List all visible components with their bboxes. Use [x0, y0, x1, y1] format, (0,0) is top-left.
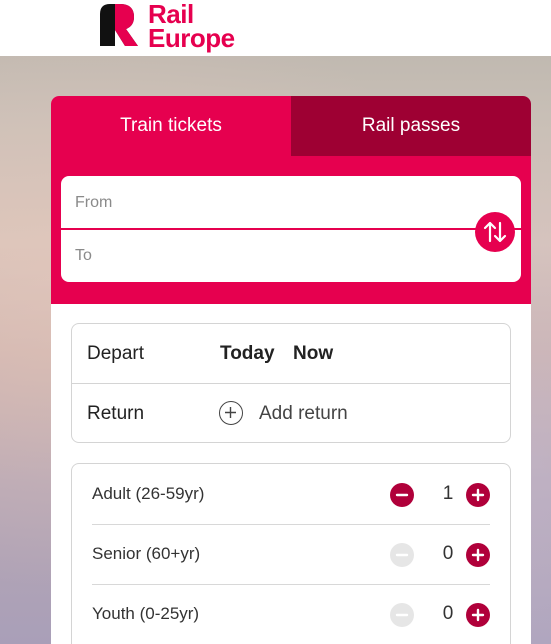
increment-adult-button[interactable]	[466, 483, 490, 507]
depart-date-value[interactable]: Today	[220, 324, 275, 383]
to-station-input[interactable]: To	[61, 229, 521, 282]
logo-text-europe: Europe	[148, 23, 235, 53]
travel-dates: Depart Today Now Return Add return	[71, 323, 511, 443]
passenger-selector: Adult (26-59yr) 1 Senior (60+yr) 0 Youth…	[71, 463, 511, 644]
depart-label: Depart	[87, 343, 145, 364]
tab-train-tickets[interactable]: Train tickets	[51, 96, 291, 156]
add-return-plus-icon[interactable]	[219, 401, 243, 425]
top-bar: Rail Europe	[0, 0, 551, 56]
plus-icon	[471, 488, 485, 502]
booking-widget: Train tickets Rail passes From To Depart…	[51, 96, 531, 644]
passenger-count: 0	[442, 543, 454, 564]
station-fields: From To	[61, 176, 521, 282]
logo-mark-icon	[100, 4, 138, 46]
increment-senior-button[interactable]	[466, 543, 490, 567]
tab-rail-passes[interactable]: Rail passes	[291, 96, 531, 156]
increment-youth-button[interactable]	[466, 603, 490, 627]
passenger-label: Senior (60+yr)	[92, 544, 201, 563]
return-label: Return	[87, 403, 145, 424]
from-station-input[interactable]: From	[61, 176, 521, 229]
rail-europe-logo[interactable]: Rail Europe	[98, 1, 268, 53]
passenger-label: Adult (26-59yr)	[92, 484, 205, 503]
return-row[interactable]: Return Add return	[72, 383, 510, 442]
decrement-senior-button[interactable]	[390, 543, 414, 567]
booking-tabs: Train tickets Rail passes	[51, 96, 531, 156]
decrement-adult-button[interactable]	[390, 483, 414, 507]
passenger-row-youth: Youth (0-25yr) 0	[92, 584, 490, 644]
depart-time-value[interactable]: Now	[293, 324, 333, 383]
decrement-youth-button[interactable]	[390, 603, 414, 627]
depart-row[interactable]: Depart Today Now	[72, 324, 510, 383]
swap-vertical-icon	[483, 221, 507, 243]
minus-icon	[395, 553, 409, 557]
minus-icon	[395, 613, 409, 617]
passenger-row-adult: Adult (26-59yr) 1	[92, 464, 490, 524]
passenger-count: 1	[442, 483, 454, 504]
plus-icon	[471, 548, 485, 562]
passenger-count: 0	[442, 603, 454, 624]
passenger-row-senior: Senior (60+yr) 0	[92, 524, 490, 584]
passenger-label: Youth (0-25yr)	[92, 604, 200, 623]
station-search-panel: From To	[51, 156, 531, 304]
add-return-button[interactable]: Add return	[259, 384, 348, 443]
minus-icon	[395, 493, 409, 497]
plus-icon	[471, 608, 485, 622]
swap-stations-button[interactable]	[475, 212, 515, 252]
